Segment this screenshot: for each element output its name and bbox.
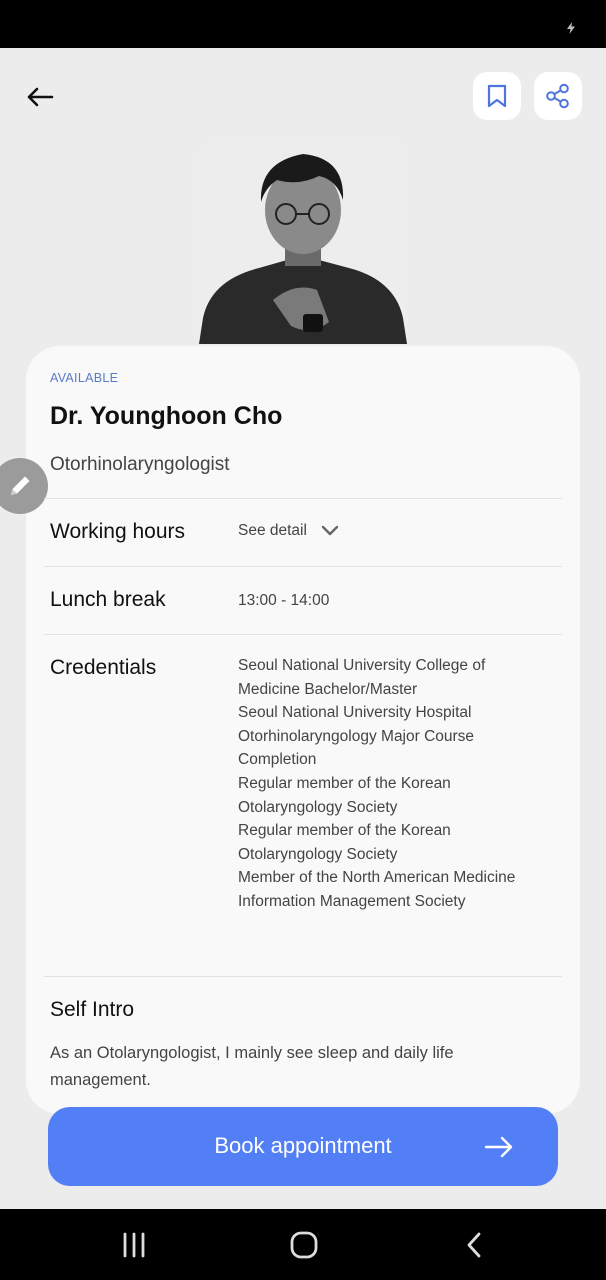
system-back-button[interactable]	[454, 1229, 494, 1261]
see-detail-label: See detail	[238, 522, 307, 539]
pencil-icon	[11, 476, 30, 495]
working-hours-label: Working hours	[50, 520, 186, 543]
doctor-name: Dr. Younghoon Cho	[50, 402, 283, 430]
credentials-label: Credentials	[50, 656, 157, 679]
arrow-left-icon	[27, 87, 54, 107]
credential-item: Seoul National University College of Med…	[238, 657, 486, 698]
lunch-break-label: Lunch break	[50, 588, 166, 611]
share-icon	[546, 83, 569, 109]
battery-charging-icon	[567, 22, 575, 34]
divider	[44, 566, 562, 567]
chevron-down-icon	[321, 525, 339, 536]
doctor-specialty: Otorhinolaryngologist	[50, 454, 230, 475]
status-bar	[0, 0, 606, 48]
home-button[interactable]	[284, 1229, 324, 1261]
credentials-list: Seoul National University College of Med…	[238, 654, 538, 914]
credential-item: Member of the North American Medicine In…	[238, 869, 516, 910]
chevron-left-icon	[467, 1232, 481, 1258]
doctor-photo	[199, 140, 407, 344]
divider	[44, 498, 562, 499]
lunch-break-value: 13:00 - 14:00	[238, 592, 330, 609]
credential-item: Regular member of the Korean Otolaryngol…	[238, 774, 451, 816]
credential-item: Regular member of the Korean Otolaryngol…	[238, 822, 451, 863]
recent-apps-icon	[123, 1232, 145, 1258]
book-appointment-label: Book appointment	[214, 1133, 392, 1158]
credential-item: Seoul National University Hospital Otorh…	[238, 704, 475, 769]
self-intro-title: Self Intro	[50, 998, 135, 1021]
back-button[interactable]	[20, 80, 60, 114]
availability-status: AVAILABLE	[50, 371, 119, 385]
self-intro-text: As an Otolaryngologist, I mainly see sle…	[50, 1044, 454, 1089]
system-navigation-bar	[0, 1209, 606, 1280]
book-appointment-button[interactable]: Book appointment	[48, 1107, 558, 1186]
home-icon	[290, 1231, 318, 1259]
divider	[44, 634, 562, 635]
divider	[44, 976, 562, 977]
recent-apps-button[interactable]	[114, 1229, 154, 1261]
see-detail-toggle[interactable]: See detail	[238, 522, 339, 540]
bookmark-icon	[487, 84, 507, 108]
share-button[interactable]	[534, 72, 582, 120]
bookmark-button[interactable]	[473, 72, 521, 120]
arrow-right-icon	[484, 1136, 513, 1158]
